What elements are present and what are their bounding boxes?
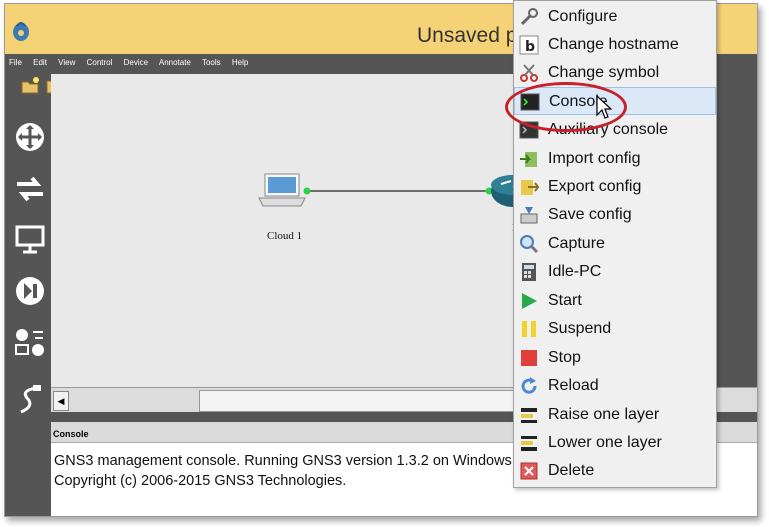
delete-icon <box>520 462 538 480</box>
console-line: GNS3 management console. Running GNS3 ve… <box>54 453 512 469</box>
gns3-logo-icon <box>13 22 29 41</box>
link-endpoint-cloud <box>303 187 311 195</box>
menu-item-configure[interactable]: Configure <box>514 3 716 31</box>
menu-item-change-hostname[interactable]: b Change hostname <box>514 31 716 59</box>
menu-view[interactable]: View <box>58 58 75 67</box>
security-devices-icon[interactable] <box>13 274 47 308</box>
menu-bar: File Edit View Control Device Annotate T… <box>9 58 257 70</box>
window-title: Unsaved p <box>417 24 518 47</box>
lower-layer-icon <box>521 436 537 451</box>
switches-icon[interactable] <box>13 172 47 206</box>
menu-file[interactable]: File <box>9 58 22 67</box>
wrench-icon <box>520 8 538 26</box>
new-project-icon[interactable] <box>19 74 41 96</box>
calculator-icon <box>522 263 536 281</box>
all-devices-icon[interactable] <box>13 326 47 360</box>
console-title: Console <box>53 429 89 439</box>
menu-item-start[interactable]: Start <box>514 287 716 315</box>
menu-item-suspend[interactable]: Suspend <box>514 315 716 343</box>
scroll-left-icon[interactable]: ◀ <box>53 391 69 411</box>
menu-item-lower-one-layer[interactable]: Lower one layer <box>514 429 716 457</box>
menu-item-save-config[interactable]: Save config <box>514 201 716 229</box>
export-icon <box>521 180 539 195</box>
menu-tools[interactable]: Tools <box>202 58 221 67</box>
svg-text:b: b <box>525 39 535 55</box>
mouse-pointer-icon <box>596 95 612 119</box>
scissors-icon <box>520 64 538 82</box>
menu-control[interactable]: Control <box>87 58 113 67</box>
save-icon <box>520 207 538 224</box>
menu-item-delete[interactable]: Delete <box>514 457 716 485</box>
end-devices-icon[interactable] <box>13 222 47 256</box>
menu-item-export-config[interactable]: Export config <box>514 173 716 201</box>
add-link-icon[interactable] <box>13 382 47 416</box>
menu-item-capture[interactable]: Capture <box>514 230 716 258</box>
console-line: Copyright (c) 2006-2015 GNS3 Technologie… <box>54 473 347 489</box>
menu-item-raise-one-layer[interactable]: Raise one layer <box>514 401 716 429</box>
cloud-node-icon <box>258 173 306 207</box>
magnifier-icon <box>520 235 539 254</box>
topology-canvas[interactable] <box>51 74 561 387</box>
play-icon <box>522 293 537 309</box>
menu-annotate[interactable]: Annotate <box>159 58 191 67</box>
import-icon <box>520 152 537 167</box>
menu-item-idle-pc[interactable]: Idle-PC <box>514 258 716 286</box>
menu-device[interactable]: Device <box>124 58 148 67</box>
menu-help[interactable]: Help <box>232 58 248 67</box>
stop-icon <box>521 350 537 366</box>
pause-icon <box>522 321 536 337</box>
menu-edit[interactable]: Edit <box>33 58 47 67</box>
reload-icon <box>521 377 537 394</box>
menu-item-import-config[interactable]: Import config <box>514 145 716 173</box>
device-sidebar <box>9 114 49 434</box>
menu-item-reload[interactable]: Reload <box>514 372 716 400</box>
node-context-menu: Configure b Change hostname Change symbo… <box>513 0 717 488</box>
hostname-icon: b <box>519 35 539 55</box>
raise-layer-icon <box>521 408 537 423</box>
topology-drawing <box>258 173 535 207</box>
routers-icon[interactable] <box>13 120 47 154</box>
cloud-node-label: Cloud 1 <box>267 230 303 242</box>
menu-item-stop[interactable]: Stop <box>514 344 716 372</box>
